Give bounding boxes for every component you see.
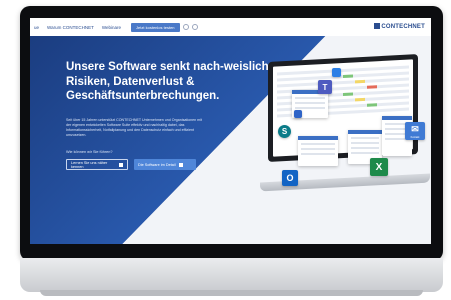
window-line [295, 102, 325, 104]
hero-question: Wie können wir Sie führen? [66, 150, 113, 154]
window-titlebar [348, 130, 382, 134]
excel-icon: X [370, 158, 388, 176]
nav-item-webinare[interactable]: Webinare [102, 25, 121, 30]
account-icon[interactable] [191, 24, 198, 30]
window-line [301, 153, 335, 155]
arrow-icon [119, 162, 123, 167]
risk-cell-red [367, 85, 377, 89]
risk-cell-green [367, 103, 377, 107]
trial-button[interactable]: Jetzt kostenlos testen [131, 22, 180, 32]
risk-cell-yellow [355, 97, 365, 102]
window-line [351, 152, 379, 154]
window-line [351, 142, 379, 144]
window-line [301, 148, 335, 150]
window-titlebar [382, 116, 412, 120]
nav-item[interactable]: ue [34, 25, 39, 30]
contact-label: Kontakt [410, 135, 420, 139]
window-line [351, 147, 379, 149]
software-details-label: Die Software im Detail [138, 162, 176, 167]
monitor-stand [40, 290, 423, 296]
stage: ue Warum CONTECHNET Webinare Jetzt koste… [0, 0, 451, 300]
learn-more-button[interactable]: Lernen Sie uns näher kennen [66, 159, 128, 170]
app-icon [332, 68, 341, 77]
window-line [295, 97, 325, 99]
mail-icon: ✉ [411, 123, 419, 134]
top-navigation: ue Warum CONTECHNET Webinare Jetzt koste… [30, 18, 431, 36]
logo[interactable]: CONTECHNET [374, 23, 425, 30]
logo-text: CONTECHNET [381, 24, 425, 30]
monitor-chin [20, 258, 443, 292]
risk-cell-green [343, 92, 353, 96]
monitor-screen: ue Warum CONTECHNET Webinare Jetzt koste… [30, 18, 431, 244]
app-icon [294, 110, 302, 118]
hero-title: Unsere Software senkt nach-weislich Risi… [66, 61, 269, 102]
risk-cell-yellow [355, 79, 365, 84]
logo-mark-icon [374, 23, 381, 29]
arrow-icon [178, 162, 183, 167]
nav-item-warum-contechnet[interactable]: Warum CONTECHNET [47, 25, 94, 30]
sharepoint-icon: S [278, 125, 291, 138]
learn-more-label: Lernen Sie uns näher kennen [71, 160, 108, 169]
window-line [301, 143, 335, 145]
software-details-button[interactable]: Die Software im Detail [134, 159, 196, 170]
hero-body: Seit über 15 Jahren unterstützt CONTECHN… [66, 118, 202, 137]
outlook-icon: O [282, 170, 298, 186]
teams-icon: T [318, 80, 332, 94]
contact-mail-button[interactable]: ✉ Kontakt [405, 122, 425, 140]
risk-cell-green [343, 74, 353, 78]
window-line [295, 107, 325, 109]
window-line [351, 137, 379, 139]
floating-window [298, 136, 338, 166]
window-titlebar [298, 136, 338, 140]
search-icon[interactable] [182, 24, 189, 30]
